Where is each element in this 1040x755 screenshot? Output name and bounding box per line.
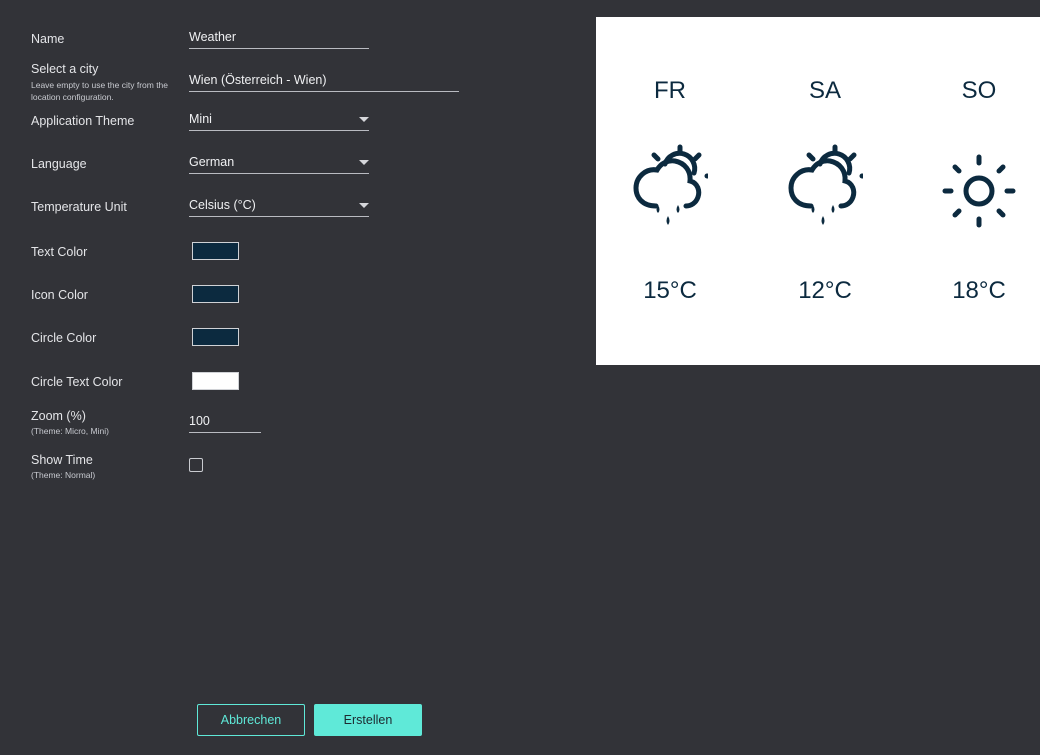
language-select-underline <box>189 173 369 174</box>
city-hint: Leave empty to use the city from the loc… <box>31 80 169 102</box>
create-button[interactable]: Erstellen <box>314 704 422 736</box>
temp-unit-select-underline <box>189 216 369 217</box>
show-time-label: Show Time <box>31 453 93 467</box>
circle-color-swatch[interactable] <box>192 328 239 346</box>
day-temperature: 18°C <box>952 277 1006 304</box>
sun-icon <box>942 154 1016 228</box>
weather-preview: FR 15°C SA 12°C SO 18°C <box>596 17 1040 365</box>
cloud-sun-rain-icon <box>788 144 863 225</box>
circle-text-color-label: Circle Text Color <box>31 375 123 389</box>
city-input[interactable]: Wien (Österreich - Wien) <box>189 73 327 87</box>
language-select[interactable]: German <box>189 155 234 169</box>
circle-color-label: Circle Color <box>31 331 97 345</box>
day-name: FR <box>654 77 686 104</box>
cloud-sun-rain-icon <box>633 144 708 225</box>
day-temperature: 12°C <box>798 277 852 304</box>
circle-text-color-swatch[interactable] <box>192 372 239 390</box>
city-input-underline <box>189 91 459 92</box>
temp-unit-select[interactable]: Celsius (°C) <box>189 198 256 212</box>
theme-label: Application Theme <box>31 114 135 128</box>
zoom-input[interactable]: 100 <box>189 414 210 428</box>
cancel-button[interactable]: Abbrechen <box>197 704 305 736</box>
text-color-label: Text Color <box>31 245 88 259</box>
theme-chevron-down-icon[interactable] <box>359 117 369 122</box>
name-input[interactable]: Weather <box>189 30 236 44</box>
theme-select-underline <box>189 130 369 131</box>
icon-color-swatch[interactable] <box>192 285 239 303</box>
zoom-input-underline <box>189 432 261 433</box>
temp-unit-chevron-down-icon[interactable] <box>359 203 369 208</box>
language-chevron-down-icon[interactable] <box>359 160 369 165</box>
show-time-checkbox[interactable] <box>189 458 203 472</box>
zoom-label: Zoom (%) <box>31 409 86 423</box>
text-color-swatch[interactable] <box>192 242 239 260</box>
icon-color-label: Icon Color <box>31 288 88 302</box>
name-label: Name <box>31 32 65 46</box>
language-label: Language <box>31 157 87 171</box>
day-temperature: 15°C <box>643 277 697 304</box>
city-label: Select a city <box>31 62 99 76</box>
day-name: SA <box>808 77 841 104</box>
zoom-hint: (Theme: Micro, Mini) <box>31 426 109 436</box>
theme-select[interactable]: Mini <box>189 112 212 126</box>
name-input-underline <box>189 48 369 49</box>
show-time-hint: (Theme: Normal) <box>31 470 96 480</box>
temp-unit-label: Temperature Unit <box>31 200 127 214</box>
day-name: SO <box>961 77 997 104</box>
